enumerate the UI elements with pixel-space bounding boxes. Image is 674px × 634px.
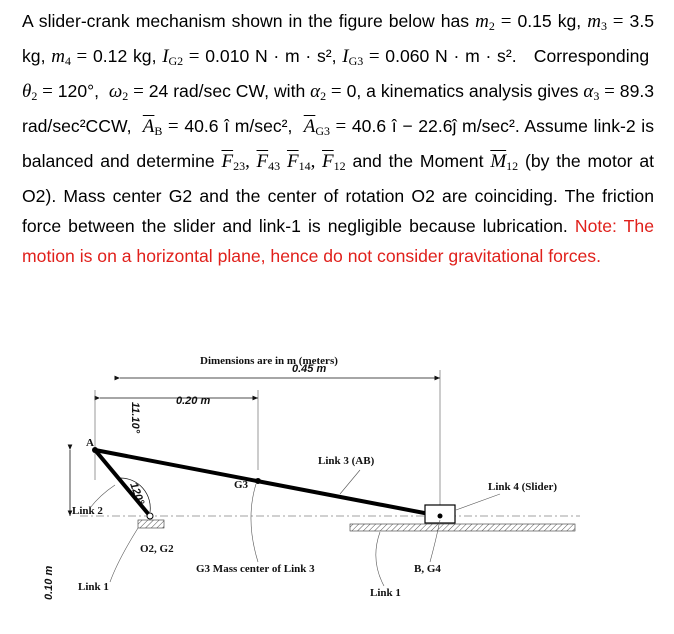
problem-statement: A slider-crank mechanism shown in the fi… <box>22 11 655 266</box>
label-g3-mass: G3 Mass center of Link 3 <box>196 563 315 575</box>
g3-point <box>255 478 261 484</box>
leader-g3 <box>250 483 259 563</box>
theta2-value: 120° <box>57 81 95 101</box>
m2-value: 0.15 kg <box>517 11 577 31</box>
label-a: A <box>86 437 94 449</box>
m4-value: 0.12 kg <box>93 46 152 66</box>
label-g3: G3 <box>234 479 249 491</box>
and-text: and the Moment <box>352 151 484 171</box>
label-link3: Link 3 (AB) <box>318 455 375 467</box>
label-o2g2: O2, G2 <box>140 543 174 555</box>
link-3 <box>94 448 441 518</box>
dim-020-label: 0.20 m <box>176 395 210 407</box>
dim-045-label: 0.45 m <box>292 363 326 375</box>
joint-b <box>437 513 443 519</box>
alpha2-value: 0 <box>346 81 357 101</box>
leader-link3 <box>339 469 361 495</box>
leader-link4 <box>455 493 501 511</box>
corresponding-text: Corresponding <box>533 46 650 66</box>
omega2-value: 24 rad/sec CW <box>148 81 265 101</box>
label-link4: Link 4 (Slider) <box>488 481 557 493</box>
with-text: , with <box>264 81 306 101</box>
ab-value: 40.6 î m/sec² <box>184 116 288 136</box>
ag3-value: 40.6 î − 22.6ĵ m/sec² <box>351 116 515 136</box>
ground-o2 <box>137 519 165 529</box>
ig2-value: 0.010 N · m · s² <box>205 46 332 66</box>
angle-1110-label: 11.10° <box>129 402 141 434</box>
leader-link1-left <box>109 527 139 583</box>
ig3-value: 0.060 N · m · s² <box>385 46 512 66</box>
pivot-o2 <box>146 512 154 520</box>
label-link1-left: Link 1 <box>78 581 109 593</box>
kinematics-text: , a kinematics analysis gives <box>356 81 579 101</box>
slider-ground <box>349 523 576 532</box>
label-link1-right: Link 1 <box>370 587 401 599</box>
dim-010-label: 0.10 m <box>43 566 55 600</box>
slider-crank-figure: Dimensions are in m (meters) 0.45 m 0.20… <box>43 355 580 600</box>
intro-text: A slider-crank mechanism shown in the fi… <box>22 11 470 31</box>
label-bg4: B, G4 <box>414 563 441 575</box>
label-link2: Link 2 <box>72 505 103 517</box>
leader-link1-right <box>375 531 385 587</box>
